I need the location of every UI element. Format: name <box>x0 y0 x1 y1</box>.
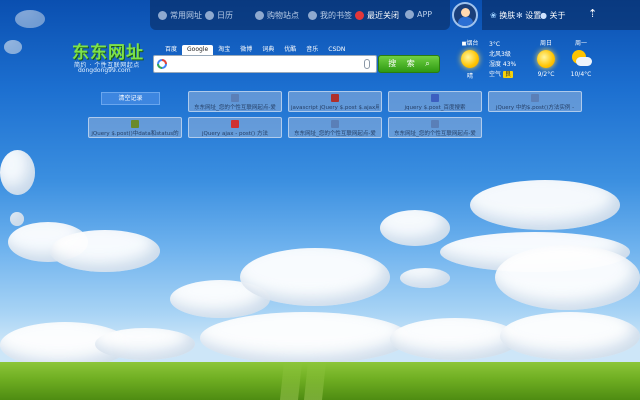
skin-button[interactable]: ❀ 换肤 <box>490 10 515 21</box>
nav-shopping[interactable]: 购物站点 <box>255 10 299 21</box>
logo-url: dongdong99.com <box>78 67 131 74</box>
settings-button[interactable]: ✻ 设置 <box>516 10 541 21</box>
collapse-arrow-icon[interactable]: ⇡ <box>588 7 597 20</box>
weather-condition: 晴 <box>466 73 473 80</box>
butterfly-icon: ❀ <box>490 11 497 20</box>
history-card[interactable]: jQuery ajax - post() 方法 <box>188 117 282 138</box>
grass-field <box>0 362 640 400</box>
tab-dictionary[interactable]: 词典 <box>257 45 279 55</box>
favicon-icon <box>331 94 339 102</box>
search-icon: ⌕ <box>425 59 430 68</box>
globe-icon <box>158 11 167 20</box>
weather-forecast-day[interactable]: 周一 10/4°C <box>566 38 596 78</box>
favicon-icon <box>131 120 139 128</box>
microphone-icon[interactable] <box>364 59 370 69</box>
cloud-decoration <box>50 230 160 272</box>
weather-forecast-day[interactable]: 周日 9/2°C <box>532 38 560 78</box>
weather-location: ■烟台 <box>461 40 479 47</box>
cloud-decoration <box>200 312 410 364</box>
close-icon <box>355 11 364 20</box>
weather-humidity: 湿度 43% <box>489 61 517 68</box>
cloud-decoration <box>380 210 450 246</box>
cloud-decoration <box>400 268 450 288</box>
bookmark-icon <box>308 11 317 20</box>
info-icon: ● <box>540 11 547 20</box>
history-card[interactable]: 东东网址_您的个性互联网起点-爱 <box>288 117 382 138</box>
avatar[interactable] <box>452 2 478 28</box>
clear-history-button[interactable]: 清空记录 <box>101 92 160 105</box>
favicon-icon <box>231 120 239 128</box>
cloud-decoration <box>0 150 35 195</box>
history-card[interactable]: 东东网址_您的个性互联网起点-爱 <box>188 91 282 112</box>
nav-common-sites[interactable]: 常用网址 <box>158 10 202 21</box>
gear-icon: ✻ <box>516 11 523 20</box>
favicon-icon <box>431 120 439 128</box>
weather-wind: 北风3级 <box>489 51 511 58</box>
tab-music[interactable]: 音乐 <box>301 45 323 55</box>
cloud-decoration <box>10 212 24 226</box>
nav-recently-closed[interactable]: 最近关闭 <box>355 10 399 21</box>
about-button[interactable]: ● 关于 <box>540 10 566 21</box>
tab-weibo[interactable]: 微博 <box>235 45 257 55</box>
partly-cloudy-icon <box>570 50 592 68</box>
air-quality-badge: 良 <box>502 71 513 78</box>
search-engine-tabs: 百度 Google 淘宝 微博 词典 优酷 音乐 CSDN <box>160 45 350 55</box>
cloud-decoration <box>15 10 45 28</box>
cloud-decoration <box>4 40 22 54</box>
google-logo-icon <box>157 59 167 69</box>
shopping-icon <box>255 11 264 20</box>
history-card[interactable]: jquery $.post_百度搜索 <box>388 91 482 112</box>
nav-bookmarks[interactable]: 我的书签 <box>308 10 352 21</box>
tab-youku[interactable]: 优酷 <box>279 45 301 55</box>
tab-csdn[interactable]: CSDN <box>323 45 350 55</box>
calendar-icon <box>205 11 214 20</box>
weather-air: 空气 良 <box>489 71 513 78</box>
tab-taobao[interactable]: 淘宝 <box>213 45 235 55</box>
favicon-icon <box>231 94 239 102</box>
sun-icon <box>537 50 555 68</box>
search-button[interactable]: 搜 索 ⌕ <box>378 55 440 73</box>
sun-icon <box>461 50 479 68</box>
cloud-decoration <box>95 328 195 360</box>
app-icon <box>405 10 414 19</box>
favicon-icon <box>531 94 539 102</box>
history-card[interactable]: javascript jQuery $.post $.ajax用 <box>288 91 382 112</box>
history-card[interactable]: 东东网址_您的个性互联网起点-爱 <box>388 117 482 138</box>
favicon-icon <box>431 94 439 102</box>
history-card[interactable]: jQuery $.post()中data和status的 <box>88 117 182 138</box>
search-input[interactable] <box>153 55 377 73</box>
cloud-decoration <box>500 312 640 360</box>
weather-details: 3°C 北风3级 湿度 43% 空气 良 <box>489 40 516 80</box>
cloud-decoration <box>495 245 640 310</box>
history-card[interactable]: jQuery 中的$.post()方法实例 - <box>488 91 582 112</box>
tab-google[interactable]: Google <box>182 45 214 55</box>
cloud-decoration <box>240 248 390 306</box>
nav-calendar[interactable]: 日历 <box>205 10 233 21</box>
nav-app[interactable]: APP <box>405 10 432 19</box>
tab-baidu[interactable]: 百度 <box>160 45 182 55</box>
weather-today[interactable]: ■烟台 晴 <box>459 38 481 80</box>
weather-temp: 3°C <box>489 41 501 48</box>
cloud-decoration <box>470 180 620 230</box>
favicon-icon <box>331 120 339 128</box>
